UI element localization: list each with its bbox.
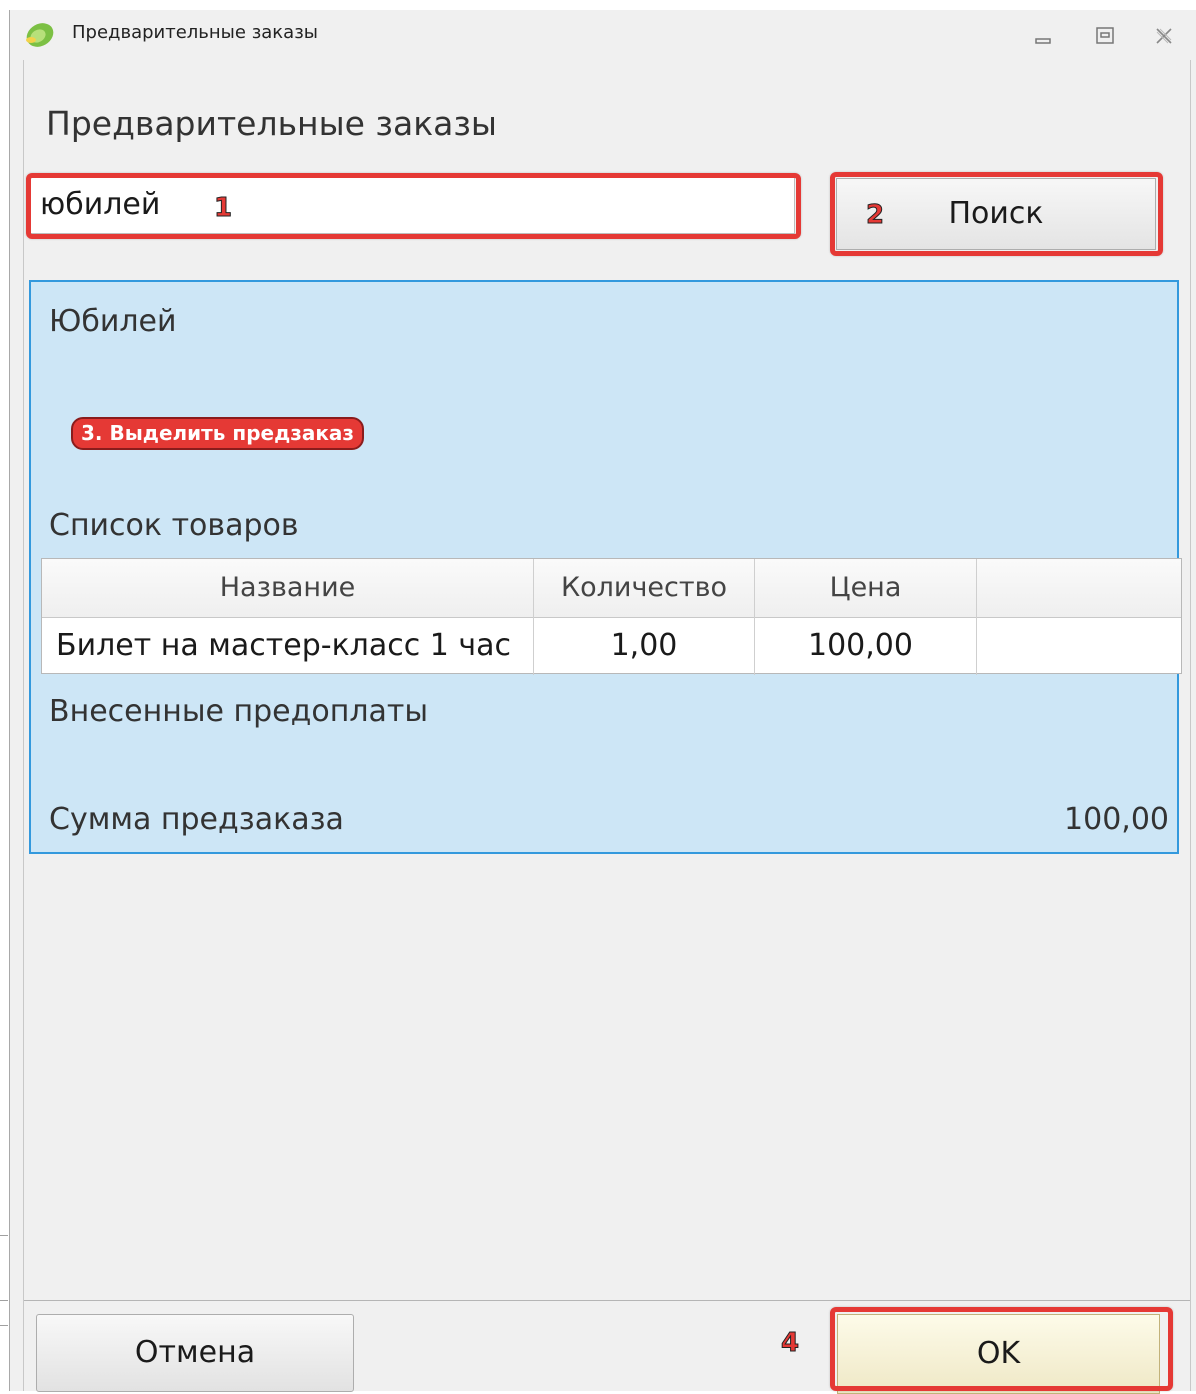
page-title: Предварительные заказы — [46, 104, 497, 143]
items-table: Название Количество Цена Билет на мастер… — [41, 558, 1182, 675]
preorder-name: Юбилей — [49, 304, 177, 339]
title-bar: Предварительные заказы — [10, 10, 1196, 60]
column-header-empty — [977, 559, 1181, 617]
window-title: Предварительные заказы — [72, 22, 318, 43]
close-icon[interactable] — [1151, 24, 1177, 48]
callout-frame-4 — [830, 1307, 1173, 1391]
edge-tick — [0, 1325, 8, 1326]
cell-item-extra — [977, 617, 1181, 675]
app-leaf-icon — [26, 23, 54, 47]
cell-item-price: 100,00 — [755, 617, 977, 675]
minimize-icon[interactable] — [1030, 24, 1056, 48]
callout-frame-1 — [26, 173, 801, 239]
callout-number-1: 1 — [213, 193, 233, 224]
total-value: 100,00 — [1064, 802, 1169, 837]
preorders-window: Предварительные заказы Предварительные з… — [9, 10, 1196, 1394]
column-header-price[interactable]: Цена — [755, 559, 977, 617]
preorder-item-selected[interactable]: Юбилей 3. Выделить предзаказ Список това… — [29, 280, 1182, 854]
table-row[interactable]: Билет на мастер-класс 1 час 1,00 100,00 — [42, 617, 1181, 675]
callout-number-4: 4 — [780, 1328, 800, 1359]
items-section-label: Список товаров — [49, 508, 299, 543]
edge-tick — [0, 1300, 8, 1301]
cell-item-name: Билет на мастер-класс 1 час — [42, 617, 534, 675]
column-header-name[interactable]: Название — [42, 559, 534, 617]
callout-number-2: 2 — [865, 200, 885, 231]
total-label: Сумма предзаказа — [49, 802, 344, 837]
footer-divider — [24, 1300, 1190, 1301]
dialog-content: Предварительные заказы юбилей 1 Поиск 2 … — [23, 60, 1191, 1394]
table-header: Название Количество Цена — [42, 559, 1181, 618]
background-edge — [0, 0, 9, 1391]
callout-note-3: 3. Выделить предзаказ — [71, 417, 365, 450]
cancel-button[interactable]: Отмена — [36, 1314, 354, 1392]
prepayments-label: Внесенные предоплаты — [49, 694, 429, 729]
maximize-icon[interactable] — [1092, 24, 1118, 48]
column-header-qty[interactable]: Количество — [534, 559, 755, 617]
edge-tick — [0, 1235, 8, 1236]
cell-item-qty: 1,00 — [534, 617, 755, 675]
